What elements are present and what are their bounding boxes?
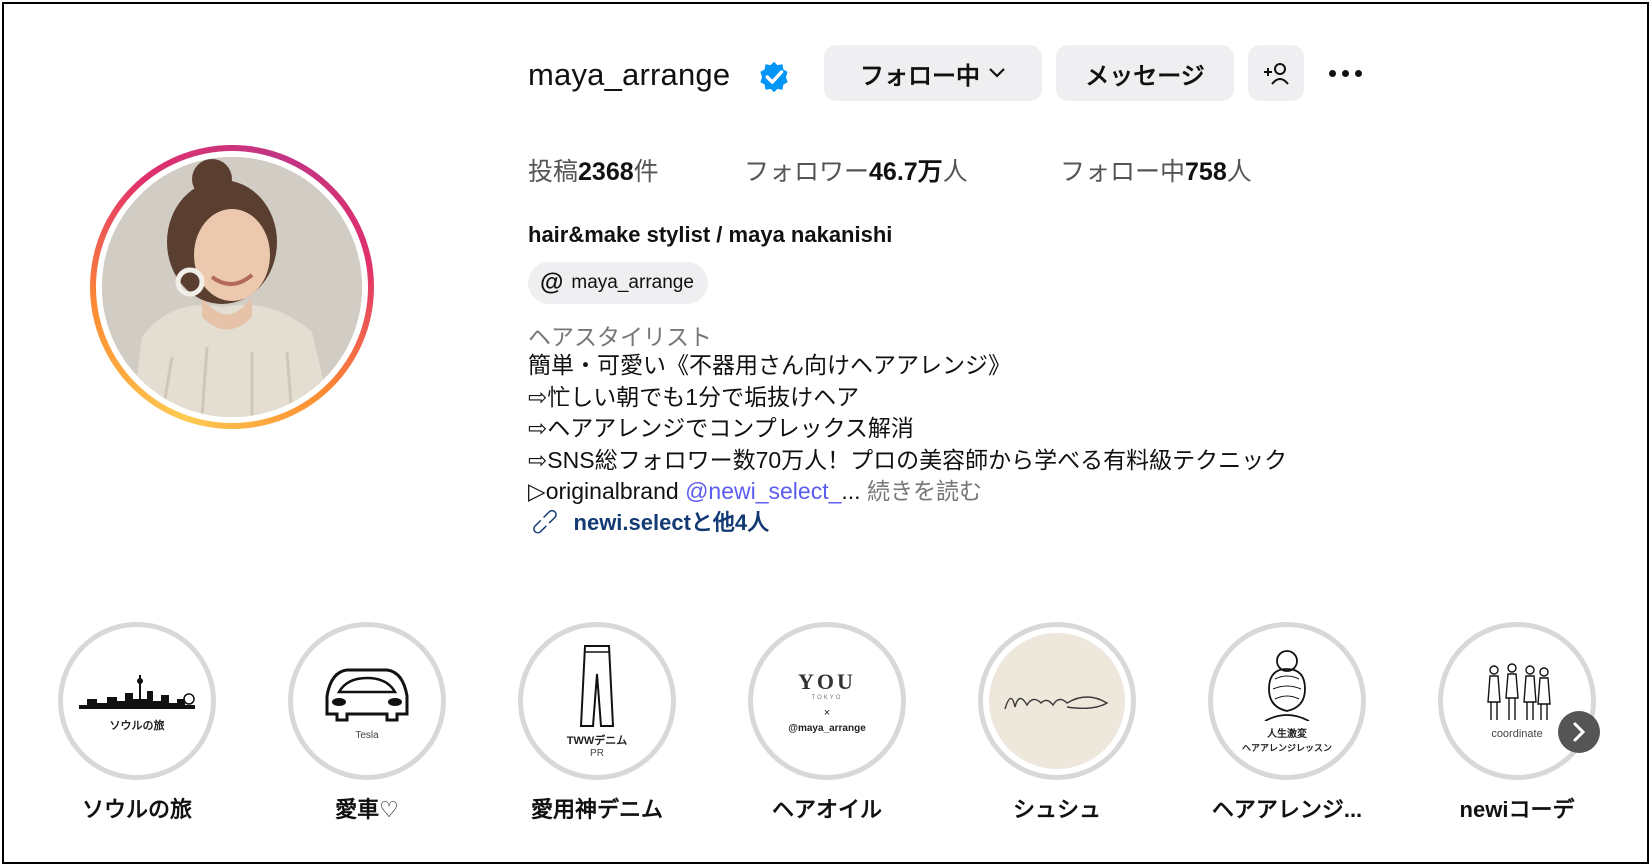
highlight-hair-oil[interactable]: YOU TOKYO × @maya_arrange ヘアオイル	[737, 622, 917, 824]
posts-value: 2368	[578, 158, 634, 186]
bio-line: ⇨忙しい朝でも1分で垢抜けヘア	[528, 383, 860, 410]
you-logo-subtext: TOKYO	[811, 694, 843, 701]
highlight-cover: YOU TOKYO × @maya_arrange	[759, 633, 895, 769]
following-count[interactable]: フォロー中758人	[1060, 152, 1252, 188]
highlight-scrunchie[interactable]: シュシュ	[967, 622, 1147, 824]
profile-bio: 簡単・可愛い《不器用さん向けヘアアレンジ》 ⇨忙しい朝でも1分で垢抜けヘア ⇨ヘ…	[528, 350, 1287, 508]
suggest-user-button[interactable]	[1248, 45, 1304, 101]
highlight-cover	[989, 633, 1125, 769]
highlight-ring: TWWデニム PR	[518, 622, 676, 780]
bio-brand-prefix: ▷originalbrand	[528, 478, 686, 504]
highlights-next-button[interactable]	[1558, 711, 1600, 753]
bio-mention-link[interactable]: @newi_select_	[685, 478, 841, 504]
highlight-caption: ソウルの旅	[109, 720, 165, 732]
highlight-caption: Tesla	[355, 729, 379, 741]
threads-link-chip[interactable]: @ maya_arrange	[528, 262, 708, 304]
highlight-title: newiコーデ	[1459, 797, 1575, 822]
following-label: フォロー中	[1060, 158, 1186, 186]
jeans-icon	[579, 644, 615, 727]
highlight-cover: ソウルの旅	[69, 633, 205, 769]
highlight-ring: Tesla	[288, 622, 446, 780]
dot-icon	[1354, 69, 1362, 77]
following-value: 758	[1185, 158, 1227, 186]
highlight-denim[interactable]: TWWデニム PR 愛用神デニム	[507, 622, 687, 824]
message-button-label: メッセージ	[1085, 62, 1205, 90]
avatar[interactable]	[102, 157, 362, 417]
highlight-caption-sub: ヘアアレンジレッスン	[1241, 742, 1332, 753]
profile-full-name: hair&make stylist / maya nakanishi	[528, 222, 893, 247]
highlight-ring: ソウルの旅	[58, 622, 216, 780]
newi-signature-icon	[1004, 696, 1109, 710]
more-options-button[interactable]	[1318, 58, 1372, 88]
bio-line: ⇨ヘアアレンジでコンプレックス解消	[528, 415, 914, 441]
highlight-cover: Tesla	[299, 633, 435, 769]
external-links-label: newi.selectと他4人	[573, 510, 770, 535]
profile-avatar-story-ring[interactable]	[90, 145, 374, 429]
bio-line: ⇨SNS総フォロワー数70万人！プロの美容師から学べる有料級テクニック	[528, 446, 1288, 473]
highlight-title: 愛用神デニム	[530, 797, 663, 822]
highlight-hair-arrange[interactable]: 人生激変 ヘアアレンジレッスン ヘアアレンジ...	[1197, 622, 1377, 824]
profile-username: maya_arrange	[528, 57, 731, 92]
following-unit: 人	[1226, 158, 1252, 186]
verified-badge-icon	[760, 61, 788, 93]
highlight-title: ヘアアレンジ...	[1211, 797, 1363, 822]
add-user-icon	[1264, 63, 1289, 85]
dot-icon	[1328, 69, 1336, 77]
avatar-ring-gap	[96, 151, 368, 423]
highlight-caption: @maya_arrange	[788, 722, 866, 734]
dot-icon	[1341, 69, 1349, 77]
highlight-caption: TWWデニム	[566, 734, 628, 747]
following-dropdown-button[interactable]: フォロー中	[824, 45, 1042, 101]
highlight-title: 愛車♡	[335, 797, 399, 822]
message-button[interactable]: メッセージ	[1056, 45, 1234, 101]
threads-icon: @	[540, 269, 564, 296]
highlight-title: ソウルの旅	[81, 797, 192, 822]
bio-line: 簡単・可愛い《不器用さん向けヘアアレンジ》	[528, 352, 1011, 378]
followers-count[interactable]: フォロワー46.7万人	[744, 152, 968, 188]
you-logo-icon: YOU	[798, 668, 856, 694]
highlight-ring: coordinate	[1438, 622, 1596, 780]
bio-line-brand: ▷originalbrand @newi_select_... 続きを読む	[528, 476, 1287, 508]
highlight-cover: coordinate	[1449, 633, 1585, 769]
posts-count: 投稿2368件	[528, 152, 659, 188]
highlight-seoul[interactable]: ソウルの旅 ソウルの旅	[47, 622, 227, 824]
followers-unit: 人	[942, 158, 968, 186]
posts-label: 投稿	[528, 158, 579, 186]
highlight-cover: TWWデニム PR	[529, 633, 665, 769]
highlight-cover: 人生激変 ヘアアレンジレッスン	[1219, 633, 1355, 769]
posts-unit: 件	[633, 158, 659, 186]
coordinate-illustration-icon	[1487, 663, 1551, 720]
highlight-car[interactable]: Tesla 愛車♡	[277, 622, 457, 824]
highlight-title: ヘアオイル	[771, 797, 882, 822]
highlight-caption-sub: PR	[590, 747, 604, 759]
followers-label: フォロワー	[744, 158, 870, 186]
threads-handle: maya_arrange	[571, 272, 694, 293]
hair-bun-illustration-icon	[1264, 649, 1310, 721]
highlight-caption: 人生激変	[1267, 728, 1307, 740]
highlight-ring	[978, 622, 1136, 780]
link-icon: ⊂⊃	[525, 501, 565, 541]
highlight-title: シュシュ	[1012, 797, 1101, 822]
car-icon	[325, 668, 409, 721]
bio-ellipsis: ...	[841, 478, 861, 504]
highlight-ring: YOU TOKYO × @maya_arrange	[748, 622, 906, 780]
highlight-cross: ×	[823, 706, 831, 719]
highlight-ring: 人生激変 ヘアアレンジレッスン	[1208, 622, 1366, 780]
highlight-caption: coordinate	[1491, 728, 1543, 740]
following-button-label: フォロー中	[860, 62, 980, 90]
external-links[interactable]: ⊂⊃ newi.selectと他4人	[525, 502, 770, 541]
profile-category: ヘアスタイリスト	[528, 324, 712, 350]
chevron-down-icon	[988, 63, 1006, 84]
chevron-right-icon	[1573, 722, 1586, 742]
followers-value: 46.7万	[869, 158, 943, 186]
seoul-skyline-icon	[79, 675, 195, 709]
avatar-photo-illustration	[102, 157, 362, 417]
read-more-link[interactable]: 続きを読む	[867, 478, 982, 504]
